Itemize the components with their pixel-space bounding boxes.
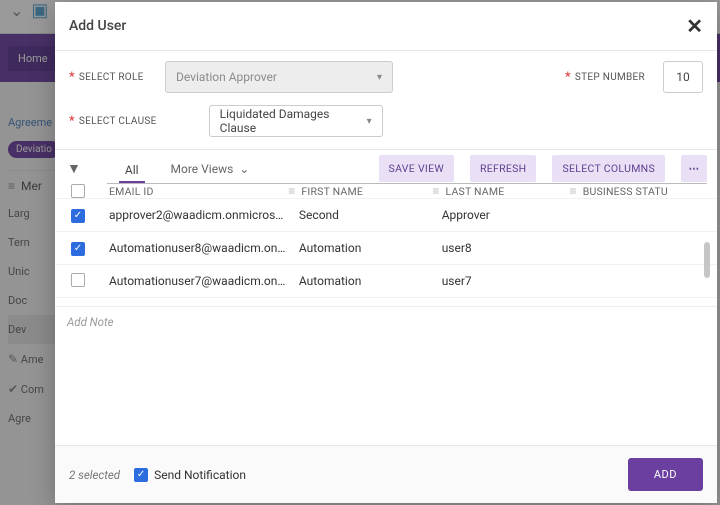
table-row[interactable]: Automationuser7@waadicm.on…Automationuse…	[55, 264, 717, 297]
cell-last-name: user8	[442, 241, 578, 255]
row-checkbox[interactable]	[71, 273, 85, 287]
column-menu-icon[interactable]: ≡	[570, 184, 577, 198]
row-checkbox[interactable]	[71, 306, 85, 307]
column-menu-icon[interactable]: ≡	[288, 184, 295, 198]
tab-all[interactable]: All	[119, 155, 145, 183]
checkbox-icon: ✓	[134, 468, 148, 482]
col-email[interactable]: EMAIL ID	[109, 185, 154, 198]
cell-email: approver2@waadicm.onmicros…	[109, 208, 299, 222]
chevron-down-icon: ▾	[367, 116, 372, 127]
cell-first-name: Automation	[299, 274, 442, 288]
filter-icon[interactable]: ▼	[61, 154, 87, 183]
table-row[interactable]: ✓ approver2@waadicm.onmicros…SecondApprov…	[55, 198, 717, 231]
cell-first-name: Second	[299, 208, 442, 222]
modal-title: Add User	[69, 18, 126, 34]
select-columns-button[interactable]: SELECT COLUMNS	[552, 155, 665, 182]
add-note-input[interactable]: Add Note	[55, 306, 717, 445]
chevron-down-icon: ⌄	[239, 162, 249, 176]
column-menu-icon[interactable]: ≡	[432, 184, 439, 198]
cell-email: Automationuser7@waadicm.on…	[109, 274, 299, 288]
table-row[interactable]: ✓ Automationuser8@waadicm.on…Automationus…	[55, 231, 717, 264]
table-row[interactable]: Automationuser9@waadicm.on…Automationuse…	[55, 297, 717, 306]
select-all-checkbox[interactable]	[71, 184, 85, 198]
refresh-button[interactable]: REFRESH	[470, 155, 537, 182]
add-user-modal: Add User ✕ *SELECT ROLE Deviation Approv…	[55, 2, 717, 503]
selected-count: 2 selected	[69, 468, 120, 482]
chevron-down-icon: ▾	[377, 72, 382, 83]
close-icon[interactable]: ✕	[686, 14, 703, 38]
more-views-dropdown[interactable]: More Views ⌄	[171, 162, 250, 176]
label-select-role: *SELECT ROLE	[69, 70, 147, 85]
cell-last-name: user7	[442, 274, 578, 288]
col-last-name[interactable]: LAST NAME	[446, 185, 505, 198]
user-grid: EMAIL ID ≡ FIRST NAME ≡ LAST NAME ≡ BUSINES…	[55, 184, 717, 306]
label-step-number: *STEP NUMBER	[565, 70, 645, 85]
more-views-label: More Views	[171, 162, 234, 176]
more-actions-button[interactable]: ⋯	[681, 155, 707, 182]
select-clause-value: Liquidated Damages Clause	[220, 107, 367, 135]
cell-first-name: Automation	[299, 241, 442, 255]
step-number-input[interactable]: 10	[663, 61, 703, 93]
send-notification-label: Send Notification	[154, 468, 246, 482]
row-checkbox[interactable]: ✓	[71, 209, 85, 223]
label-select-clause: *SELECT CLAUSE	[69, 114, 157, 129]
add-button[interactable]: ADD	[628, 458, 703, 491]
vertical-scrollbar[interactable]	[704, 236, 710, 306]
cell-last-name: Approver	[442, 208, 578, 222]
select-clause[interactable]: Liquidated Damages Clause ▾	[209, 105, 383, 137]
select-role-value: Deviation Approver	[176, 70, 277, 84]
cell-email: Automationuser8@waadicm.on…	[109, 241, 299, 255]
col-first-name[interactable]: FIRST NAME	[301, 185, 363, 198]
row-checkbox[interactable]: ✓	[71, 242, 85, 256]
select-role[interactable]: Deviation Approver ▾	[165, 61, 393, 93]
save-view-button[interactable]: SAVE VIEW	[379, 155, 454, 182]
send-notification-checkbox[interactable]: ✓ Send Notification	[134, 468, 246, 482]
col-business-status[interactable]: BUSINESS STATU	[583, 185, 668, 198]
